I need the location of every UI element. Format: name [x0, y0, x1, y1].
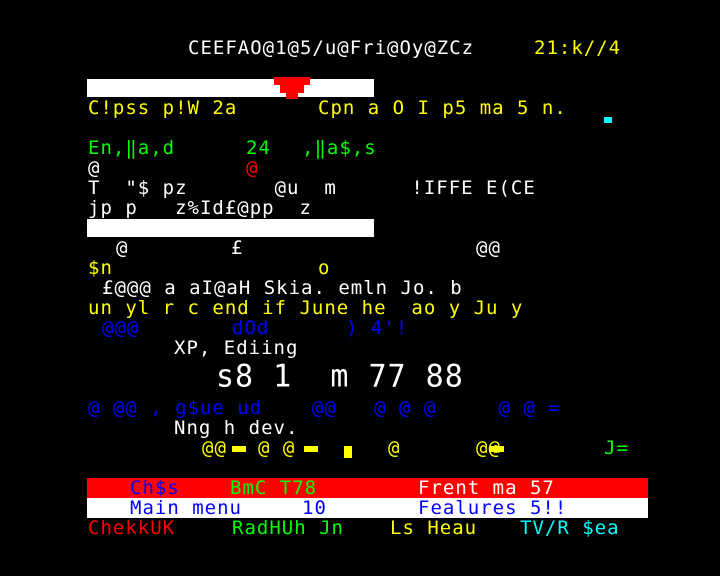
fastext-red-link[interactable]: ChekkUK [88, 518, 175, 538]
page-header: CEEFAO@1@5/u@Fri@Oy@ZCz [188, 37, 475, 59]
headline-left[interactable]: C!pss p!W 2a [88, 98, 237, 118]
logo-block [274, 77, 310, 85]
fastext-yellow-link[interactable]: Ls Heau [390, 518, 477, 538]
glyph: J= [604, 437, 629, 459]
mosaic-block [490, 446, 504, 452]
section-page-number[interactable]: 24 [246, 138, 271, 158]
logo-block [286, 93, 298, 99]
main-menu-page[interactable]: 10 [302, 498, 327, 518]
glyph: @@ [202, 437, 227, 459]
clock: 21:k//4 [534, 37, 622, 59]
features-link[interactable]: Fealures 5!! [418, 498, 567, 518]
text-row: £@@@ a aI@aH Skia. emln Jo. b [102, 277, 463, 299]
text-row: un yl r c end if June he ao y Ju y [88, 297, 524, 319]
glyph: @ [88, 157, 101, 179]
mosaic-block [232, 446, 246, 452]
glyph: @@@ [102, 317, 140, 339]
banner-bar [87, 79, 374, 97]
text-row: Nng h dev. [174, 417, 299, 439]
fastext-red-mid[interactable]: BmC T78 [230, 478, 317, 498]
main-menu-link[interactable]: Main menu [130, 498, 242, 518]
logo-block [280, 85, 304, 93]
fastext-red-left[interactable]: Ch$s [130, 478, 180, 498]
glyph: o [318, 257, 331, 279]
cursor-marker [604, 117, 612, 123]
mosaic-block [344, 446, 352, 458]
fastext-cyan-link[interactable]: TV/R $ea [520, 518, 620, 538]
glyph: @@ [476, 237, 501, 259]
glyph: @ @ [258, 437, 296, 459]
mosaic-block [304, 446, 318, 452]
glyph: @ [246, 157, 259, 179]
glyph: @ [116, 237, 129, 259]
glyph: $n [88, 257, 113, 279]
glyph: @ [388, 437, 401, 459]
text-row: XP, Ediing [174, 337, 299, 359]
glyph: dOd [232, 317, 270, 339]
text-row: @ @@ , g$ue ud @@ @ @ @ @ @ = [88, 397, 561, 419]
divider-bar [87, 219, 374, 237]
text-row: T "$ pz @u m !IFFE E(CE [88, 177, 536, 199]
double-height-row: s8 1 m 77 88 [216, 358, 464, 395]
section-suffix: ,‖a$,s [302, 137, 377, 159]
section-title[interactable]: En,‖a,d [88, 138, 175, 158]
fastext-green-link[interactable]: RadHUh Jn [232, 518, 344, 538]
text-row: jp p z%Id£@pp z [88, 197, 312, 219]
fastext-red-right[interactable]: Frent ma 57 [418, 478, 555, 498]
glyph: £ [231, 237, 244, 259]
headline-right[interactable]: Cpn a O I p5 ma 5 n. [318, 98, 567, 118]
glyph: ) 4'! [346, 317, 409, 339]
